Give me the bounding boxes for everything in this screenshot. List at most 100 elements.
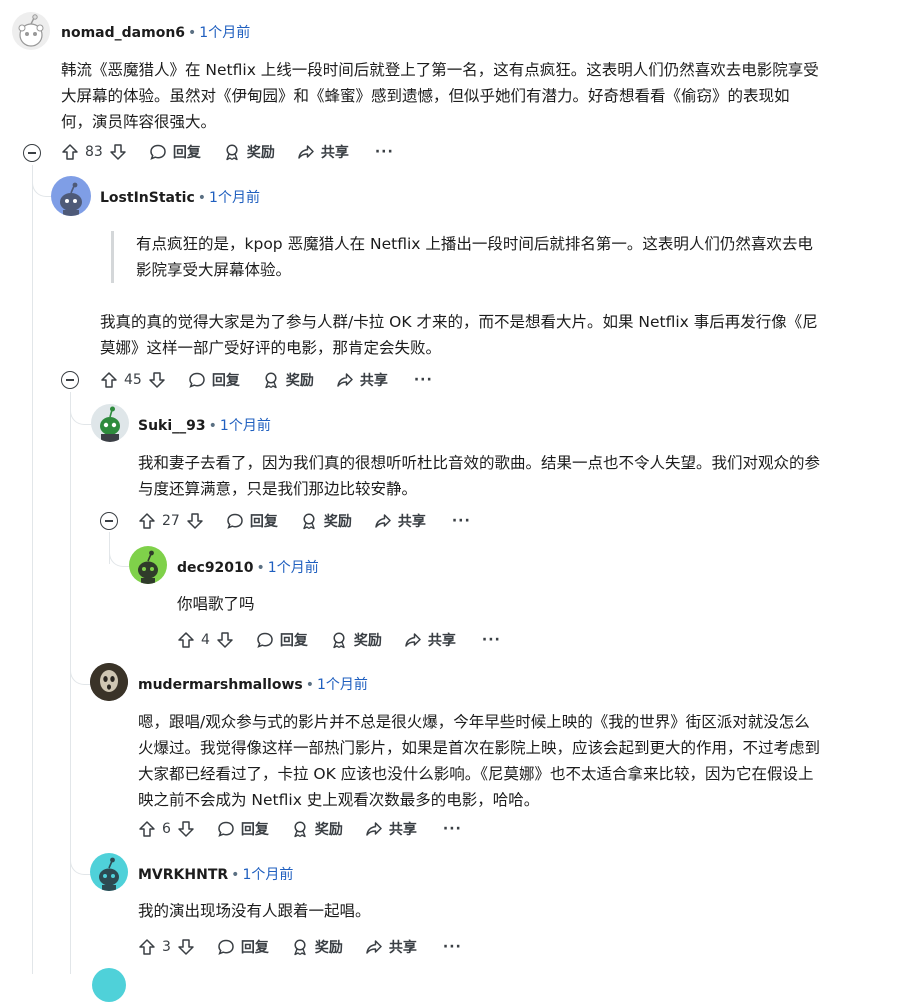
collapse-minus-icon[interactable] — [23, 144, 41, 162]
username[interactable]: dec92010 — [177, 560, 254, 576]
thread-connector — [109, 532, 131, 567]
avatar[interactable] — [129, 546, 167, 584]
share-label: 共享 — [388, 822, 417, 838]
downvote-arrow-icon[interactable] — [109, 143, 127, 161]
timestamp[interactable]: 1个月前 — [209, 190, 260, 206]
thread-line[interactable] — [32, 165, 33, 974]
more-options-button[interactable]: ··· — [443, 939, 462, 955]
award-button[interactable]: 奖励 — [291, 819, 343, 839]
avatar[interactable] — [91, 404, 129, 442]
upvote-arrow-icon[interactable] — [138, 512, 156, 530]
collapse-minus-icon[interactable] — [61, 371, 79, 389]
reply-button[interactable]: 回复 — [217, 819, 269, 839]
vote-count: 27 — [162, 513, 180, 529]
reply-button[interactable]: 回复 — [217, 937, 269, 957]
timestamp[interactable]: 1个月前 — [242, 867, 293, 883]
reply-button[interactable]: 回复 — [256, 630, 308, 650]
downvote-arrow-icon[interactable] — [216, 631, 234, 649]
share-arrow-icon — [298, 145, 314, 159]
award-button[interactable]: 奖励 — [300, 511, 352, 531]
comment-body: 嗯，跟唱/观众参与式的影片并不总是很火爆，今年早些时候上映的《我的世界》街区派对… — [138, 709, 893, 813]
more-options-button[interactable]: ··· — [482, 632, 501, 648]
speech-bubble-icon — [218, 821, 234, 837]
comment-line: 嗯，跟唱/观众参与式的影片并不总是很火爆，今年早些时候上映的《我的世界》街区派对… — [138, 713, 810, 731]
share-button[interactable]: 共享 — [365, 819, 417, 839]
speech-bubble-icon — [257, 632, 273, 648]
more-options-button[interactable]: ··· — [452, 513, 471, 529]
comment-line: 大家都已经看过了，卡拉 OK 应该也没什么影响。《尼莫娜》也不太适合拿来比较，因… — [138, 765, 814, 783]
upvote-arrow-icon[interactable] — [138, 820, 156, 838]
avatar[interactable] — [51, 176, 91, 216]
avatar[interactable] — [12, 12, 50, 50]
comment-body: 你唱歌了吗 — [177, 591, 877, 617]
share-button[interactable]: 共享 — [297, 142, 349, 162]
share-label: 共享 — [397, 514, 426, 530]
award-button[interactable]: 奖励 — [291, 937, 343, 957]
username[interactable]: MVRKHNTR — [138, 867, 228, 883]
comment-line: 莫娜》这样一部广受好评的电影，那肯定会失败。 — [100, 339, 442, 357]
share-button[interactable]: 共享 — [336, 370, 388, 390]
reply-label: 回复 — [240, 940, 269, 956]
share-arrow-icon — [366, 822, 382, 836]
username[interactable]: nomad_damon6 — [61, 25, 185, 41]
reply-label: 回复 — [249, 514, 278, 530]
comment-line: 你唱歌了吗 — [177, 595, 255, 613]
vote-count: 3 — [162, 939, 171, 955]
share-arrow-icon — [405, 633, 421, 647]
thread-connector — [70, 840, 92, 875]
comment-line: 映之前不会成为 Netflix 史上观看次数最多的电影，哈哈。 — [138, 791, 540, 809]
avatar[interactable] — [90, 853, 128, 891]
thread-line[interactable] — [70, 392, 71, 974]
blockquote: 有点疯狂的是，kpop 恶魔猎人在 Netflix 上播出一段时间后就排名第一。… — [111, 231, 896, 283]
username[interactable]: Suki__93 — [138, 418, 206, 434]
quote-line: 影院享受大屏幕体验。 — [136, 261, 292, 279]
comment-actions: 6 回复 奖励 共享 ··· — [138, 819, 462, 839]
upvote-arrow-icon[interactable] — [100, 371, 118, 389]
reply-button[interactable]: 回复 — [226, 511, 278, 531]
vote-count: 6 — [162, 821, 171, 837]
share-label: 共享 — [320, 145, 349, 161]
award-ribbon-icon — [294, 821, 306, 838]
upvote-arrow-icon[interactable] — [138, 938, 156, 956]
username[interactable]: mudermarshmallows — [138, 677, 303, 693]
share-button[interactable]: 共享 — [365, 937, 417, 957]
comment-line: 韩流《恶魔猎人》在 Netflix 上线一段时间后就登上了第一名，这有点疯狂。这… — [61, 61, 819, 79]
comment-header: dec92010 • 1个月前 — [177, 557, 319, 577]
comment-header: Suki__93 • 1个月前 — [138, 415, 271, 435]
upvote-arrow-icon[interactable] — [61, 143, 79, 161]
separator: • — [305, 677, 314, 693]
downvote-arrow-icon[interactable] — [148, 371, 166, 389]
comment-line: 大屏幕的体验。虽然对《伊甸园》和《蜂蜜》感到遗憾，但似乎她们有潜力。好奇想看看《… — [61, 87, 790, 105]
avatar[interactable] — [90, 663, 128, 701]
comment-line: 何，演员阵容很强大。 — [61, 113, 217, 131]
share-button[interactable]: 共享 — [404, 630, 456, 650]
award-button[interactable]: 奖励 — [330, 630, 382, 650]
upvote-arrow-icon[interactable] — [177, 631, 195, 649]
reply-label: 回复 — [240, 822, 269, 838]
collapse-minus-icon[interactable] — [100, 512, 118, 530]
timestamp[interactable]: 1个月前 — [317, 677, 368, 693]
award-ribbon-icon — [265, 372, 277, 389]
comment-body: 我真的真的觉得大家是为了参与人群/卡拉 OK 才来的，而不是想看大片。如果 Ne… — [100, 309, 890, 361]
username[interactable]: LostInStatic — [100, 190, 195, 206]
award-label: 奖励 — [314, 822, 343, 838]
downvote-arrow-icon[interactable] — [177, 938, 195, 956]
share-button[interactable]: 共享 — [374, 511, 426, 531]
avatar[interactable] — [92, 968, 126, 1002]
more-options-button[interactable]: ··· — [443, 821, 462, 837]
reply-button[interactable]: 回复 — [149, 142, 201, 162]
award-button[interactable]: 奖励 — [262, 370, 314, 390]
comment-actions: 4 回复 奖励 共享 ··· — [177, 630, 501, 650]
timestamp[interactable]: 1个月前 — [268, 560, 319, 576]
more-options-button[interactable]: ··· — [375, 144, 394, 160]
downvote-arrow-icon[interactable] — [177, 820, 195, 838]
award-button[interactable]: 奖励 — [223, 142, 275, 162]
reply-button[interactable]: 回复 — [188, 370, 240, 390]
more-options-button[interactable]: ··· — [414, 372, 433, 388]
vote-count: 83 — [85, 144, 103, 160]
separator: • — [197, 190, 207, 206]
downvote-arrow-icon[interactable] — [186, 512, 204, 530]
timestamp[interactable]: 1个月前 — [199, 25, 250, 41]
timestamp[interactable]: 1个月前 — [220, 418, 271, 434]
award-ribbon-icon — [303, 513, 315, 530]
